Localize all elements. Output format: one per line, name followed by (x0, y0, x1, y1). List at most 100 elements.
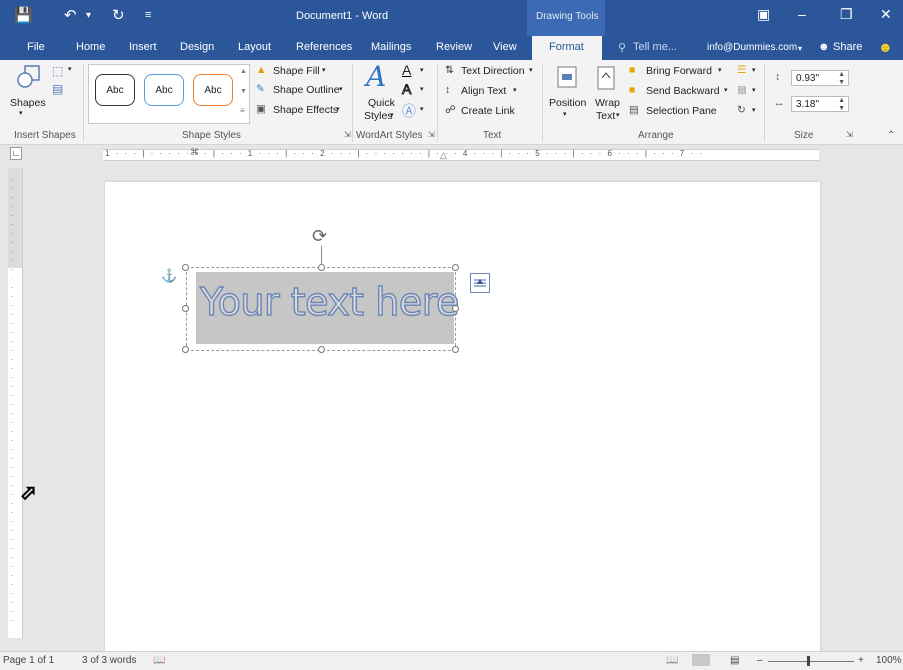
align-objects-icon[interactable]: ☰ (737, 64, 746, 76)
resize-handle-bottom-left[interactable] (182, 346, 189, 353)
wrap-text-label-1[interactable]: Wrap (595, 97, 620, 109)
size-dialog-launcher-icon[interactable]: ⇲ (846, 130, 853, 139)
shape-style-thumb-orange[interactable]: Abc (193, 74, 233, 106)
tab-home[interactable]: Home (76, 41, 105, 53)
save-icon[interactable]: 💾 (14, 6, 33, 24)
page-count[interactable]: Page 1 of 1 (3, 655, 54, 666)
text-fill-icon[interactable]: A (402, 62, 411, 78)
ribbon-display-options-icon[interactable]: ▣ (757, 6, 770, 23)
quick-styles-dropdown-icon[interactable]: ▾ (390, 111, 394, 119)
shapes-gallery-icon[interactable] (16, 64, 46, 90)
close-icon[interactable]: ✕ (880, 6, 892, 23)
align-text-dropdown-icon[interactable]: ▾ (513, 86, 517, 94)
shape-outline-dropdown-icon[interactable]: ▾ (339, 85, 343, 93)
align-objects-dropdown-icon[interactable]: ▾ (752, 66, 756, 74)
collapse-ribbon-icon[interactable]: ⌃ (887, 130, 895, 141)
text-fill-dropdown-icon[interactable]: ▾ (420, 66, 424, 74)
shape-height-input[interactable]: 0.93" ▲ ▼ (791, 70, 849, 86)
shape-width-input[interactable]: 3.18" ▲ ▼ (791, 96, 849, 112)
text-effects-dropdown-icon[interactable]: ▾ (420, 105, 424, 113)
selection-pane-button[interactable]: Selection Pane (646, 105, 717, 117)
zoom-slider-thumb[interactable] (807, 656, 810, 666)
horizontal-ruler[interactable]: ∟ 1 · · · | · · · · · · · | · · · 1 · · … (0, 145, 903, 163)
shape-fill-button[interactable]: Shape Fill (273, 65, 320, 77)
gallery-more-icon[interactable]: ≡ (240, 106, 245, 115)
shape-outline-button[interactable]: Shape Outline (273, 84, 340, 96)
shape-style-thumb-dark[interactable]: Abc (95, 74, 135, 106)
zoom-slider-track[interactable] (768, 661, 854, 662)
resize-handle-bottom-right[interactable] (452, 346, 459, 353)
shape-effects-button[interactable]: Shape Effects (273, 104, 338, 116)
tab-references[interactable]: References (296, 41, 352, 53)
indent-marker-icon[interactable]: ⌘ (190, 147, 199, 158)
tab-layout[interactable]: Layout (238, 41, 271, 53)
group-objects-dropdown-icon[interactable]: ▾ (752, 86, 756, 94)
edit-shape-dropdown-icon[interactable]: ▾ (68, 65, 72, 73)
tab-view[interactable]: View (493, 41, 517, 53)
shape-effects-dropdown-icon[interactable]: ▾ (336, 105, 340, 113)
layout-options-icon[interactable] (470, 273, 490, 293)
send-backward-dropdown-icon[interactable]: ▾ (724, 86, 728, 94)
word-count[interactable]: 3 of 3 words (82, 655, 136, 666)
wrap-text-dropdown-icon[interactable]: ▾ (616, 111, 620, 119)
text-direction-dropdown-icon[interactable]: ▾ (529, 66, 533, 74)
position-button[interactable]: Position (549, 97, 586, 109)
account-dropdown-icon[interactable]: ▾ (798, 44, 802, 53)
minimize-icon[interactable]: – (798, 6, 806, 22)
restore-icon[interactable]: ❐ (840, 6, 853, 23)
right-indent-marker-icon[interactable]: △ (440, 150, 447, 161)
customize-qat-icon[interactable]: ≡ (145, 9, 151, 21)
wrap-text-icon[interactable] (597, 66, 615, 90)
resize-handle-left[interactable] (182, 305, 189, 312)
web-layout-icon[interactable]: ▤ (730, 655, 739, 666)
resize-handle-right[interactable] (452, 305, 459, 312)
account-name[interactable]: info@Dummies.com (707, 42, 797, 53)
document-page[interactable] (105, 182, 820, 652)
resize-handle-top-right[interactable] (452, 264, 459, 271)
height-spinner-icon[interactable]: ▲ ▼ (838, 71, 845, 87)
send-backward-button[interactable]: Send Backward (646, 85, 720, 97)
shape-style-thumb-blue[interactable]: Abc (144, 74, 184, 106)
bring-forward-button[interactable]: Bring Forward (646, 65, 712, 77)
text-effects-icon[interactable]: Ⓐ (402, 101, 416, 121)
align-text-button[interactable]: Align Text (461, 85, 506, 97)
rotate-objects-dropdown-icon[interactable]: ▾ (752, 106, 756, 114)
gallery-scroll-up-icon[interactable]: ▲ (240, 68, 247, 75)
vertical-ruler[interactable]: - - - - - - - - - - - · - - - - - - - - - - - - - - - - - - - - - - - - - - - -… (8, 168, 23, 638)
quick-styles-label-1[interactable]: Quick (368, 97, 395, 109)
quick-styles-icon[interactable]: A (366, 60, 386, 93)
position-icon[interactable] (557, 66, 577, 88)
tab-insert[interactable]: Insert (129, 41, 157, 53)
zoom-out-icon[interactable]: – (757, 655, 763, 666)
shape-styles-dialog-launcher-icon[interactable]: ⇲ (344, 130, 351, 139)
read-mode-icon[interactable]: 📖 (666, 655, 678, 666)
wrap-text-label-2[interactable]: Text (596, 110, 615, 122)
redo-icon[interactable]: ↻ (112, 6, 125, 24)
shapes-dropdown-icon[interactable]: ▾ (19, 109, 23, 117)
tab-format[interactable]: Format (532, 36, 602, 60)
tab-mailings[interactable]: Mailings (371, 41, 411, 53)
tab-review[interactable]: Review (436, 41, 472, 53)
tell-me-box[interactable]: Tell me... (633, 41, 677, 53)
smiley-feedback-icon[interactable]: ☻ (878, 39, 893, 55)
create-link-button[interactable]: Create Link (461, 105, 515, 117)
undo-icon[interactable]: ↶ (64, 6, 77, 24)
tab-selector-icon[interactable]: ∟ (10, 147, 22, 160)
text-direction-button[interactable]: Text Direction (461, 65, 525, 77)
resize-handle-top-left[interactable] (182, 264, 189, 271)
text-outline-icon[interactable]: A (401, 81, 411, 98)
text-outline-dropdown-icon[interactable]: ▾ (420, 85, 424, 93)
position-dropdown-icon[interactable]: ▾ (563, 110, 567, 118)
zoom-level[interactable]: 100% (876, 655, 902, 666)
proofing-icon[interactable]: 📖 (153, 655, 165, 666)
quick-styles-label-2[interactable]: Styles (364, 110, 393, 122)
print-layout-icon[interactable] (692, 654, 710, 666)
resize-handle-top[interactable] (318, 264, 325, 271)
width-spinner-icon[interactable]: ▲ ▼ (838, 97, 845, 113)
shape-fill-dropdown-icon[interactable]: ▾ (322, 66, 326, 74)
bring-forward-dropdown-icon[interactable]: ▾ (718, 66, 722, 74)
shapes-button[interactable]: Shapes (10, 97, 46, 109)
wordart-dialog-launcher-icon[interactable]: ⇲ (428, 130, 435, 139)
resize-handle-bottom[interactable] (318, 346, 325, 353)
rotate-objects-icon[interactable]: ↻ (737, 104, 746, 116)
